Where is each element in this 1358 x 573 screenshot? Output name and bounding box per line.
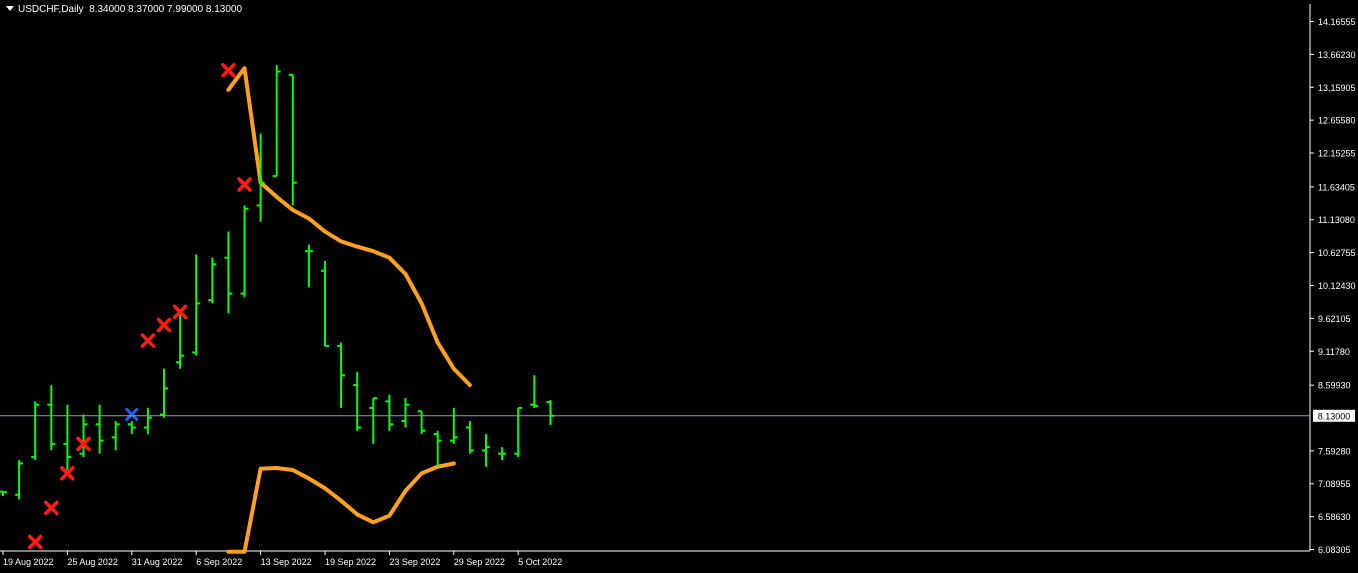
y-tick-label: 10.62755	[1318, 248, 1356, 258]
x-tick-label: 19 Sep 2022	[325, 557, 376, 567]
chart-background	[0, 0, 1358, 573]
y-tick-label: 9.62105	[1318, 314, 1351, 324]
price-chart[interactable]: 14.16555 13.66230 13.15905 12.65580 12.15255…	[0, 0, 1358, 573]
y-tick-label: 12.15255	[1318, 149, 1356, 159]
current-price-value: 8.13000	[1318, 411, 1351, 421]
y-tick-label: 14.16555	[1318, 17, 1356, 27]
y-tick-label: 10.12430	[1318, 281, 1356, 291]
x-tick-label: 6 Sep 2022	[196, 557, 242, 567]
ohlc-values: 8.34000 8.37000 7.99000 8.13000	[89, 4, 243, 15]
x-tick-label: 31 Aug 2022	[132, 557, 183, 567]
y-tick-label: 11.63405	[1318, 182, 1355, 192]
y-tick-label: 6.08305	[1318, 545, 1351, 555]
symbol-timeframe: USDCHF,Daily	[18, 4, 84, 15]
y-tick-label: 11.13080	[1318, 215, 1355, 225]
y-tick-label: 7.08955	[1318, 479, 1351, 489]
x-tick-label: 5 Oct 2022	[518, 557, 562, 567]
x-tick-label: 29 Sep 2022	[454, 557, 505, 567]
chevron-down-icon[interactable]	[6, 6, 14, 11]
x-tick-label: 23 Sep 2022	[389, 557, 440, 567]
y-tick-label: 9.11780	[1318, 347, 1350, 357]
y-tick-label: 12.65580	[1318, 116, 1356, 126]
y-tick-label: 6.58630	[1318, 512, 1351, 522]
y-tick-label: 7.59280	[1318, 446, 1351, 456]
y-tick-label: 13.15905	[1318, 83, 1356, 93]
x-tick-label: 19 Aug 2022	[3, 557, 54, 567]
y-tick-label: 8.59930	[1318, 381, 1351, 391]
chart-header: USDCHF,Daily 8.34000 8.37000 7.99000 8.1…	[6, 4, 242, 16]
current-price-label: 8.13000	[1313, 409, 1355, 422]
x-tick-label: 13 Sep 2022	[261, 557, 312, 567]
x-tick-label: 25 Aug 2022	[67, 557, 118, 567]
y-tick-label: 13.66230	[1318, 50, 1356, 60]
